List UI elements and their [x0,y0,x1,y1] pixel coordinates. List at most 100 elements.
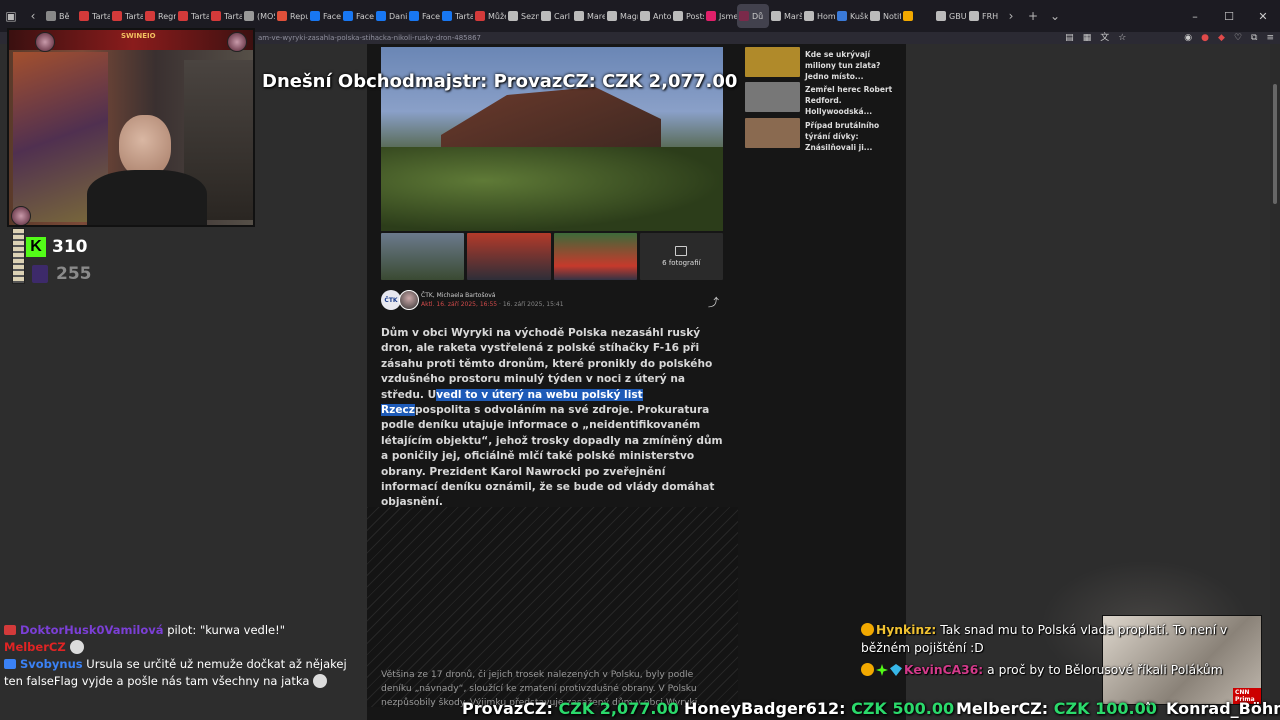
tab-label: Repul [290,11,308,21]
kick-viewer-count: K 310 [26,237,88,257]
tab-favicon-icon [244,11,254,21]
browser-tab[interactable]: Danie [374,4,407,28]
tab-label: GBU [949,11,967,21]
browser-tab[interactable]: Antor [638,4,671,28]
adblock-icon[interactable]: ● [1201,32,1209,44]
tab-label: Tartar [455,11,473,21]
new-tab-icon[interactable]: + [1022,5,1044,27]
browser-tab[interactable]: Home [802,4,835,28]
browser-tab[interactable]: Tartar [77,4,110,28]
share-icon[interactable]: ⤴ [708,294,719,310]
tab-label: Sezno [521,11,539,21]
ticker-item: Konrad_Böhm [1166,699,1280,718]
scroll-tabs-right-icon[interactable]: › [1000,5,1022,27]
related-article-title[interactable]: Případ brutálního týrání dívky: Znásilňo… [805,120,900,153]
browser-tab[interactable]: FRH [967,4,1000,28]
browser-tab[interactable]: Repul [275,4,308,28]
bookmark-star-icon[interactable]: ☆ [1118,32,1126,44]
chat-username: MelberCZ [4,640,66,654]
pocket-icon[interactable]: ♡ [1234,32,1242,44]
related-article-item[interactable]: Zemřel herec Robert Redford. Hollywoodsk… [745,82,900,116]
scrollbar-thumb[interactable] [1273,84,1277,204]
twitch-viewer-count: 255 [32,264,92,284]
author-names[interactable]: ČTK, Michaela Bartošová [421,292,495,299]
related-article-title[interactable]: Zemřel herec Robert Redford. Hollywoodsk… [805,84,900,117]
ctk-logo: ČTK [381,290,401,310]
chat-message: Hynkinz: Tak snad mu to Polská vlada pro… [861,621,1231,657]
gallery-thumb[interactable] [553,233,637,280]
browser-tab[interactable]: Tartar [176,4,209,28]
url-text[interactable]: am-ve-wyryki-zasahla-polska-stihacka-nik… [258,32,481,44]
minimize-icon[interactable]: – [1178,10,1212,23]
browser-tab[interactable]: Jsme [704,4,737,28]
browser-tab[interactable]: Magn [605,4,638,28]
gallery-thumb[interactable] [467,233,551,280]
browser-tab[interactable]: GBU [934,4,967,28]
related-article-thumbnail[interactable] [745,47,800,77]
browser-tab[interactable]: Sezno [506,4,539,28]
article-byline: ČTK ČTK, Michaela Bartošová Aktl. 16. zá… [381,290,723,312]
extension-icon[interactable]: ◆ [1218,32,1225,44]
tab-label: Marš [784,11,802,21]
browser-tab[interactable]: Faceb [308,4,341,28]
scroll-tabs-left-icon[interactable]: ‹ [22,5,44,27]
ticker-item: MelberCZ: CZK 100.00 [956,699,1157,718]
screenshot-icon[interactable]: ▦ [1083,32,1092,44]
browser-tab[interactable]: Kuški [835,4,868,28]
account-icon[interactable]: ◉ [1184,32,1192,44]
browser-tab[interactable]: Může [473,4,506,28]
screen: ▣ ‹ Bě Tartar Tartar Regnr Tartar Tartar (MOŠ R… [0,0,1280,720]
gallery-thumb[interactable] [381,233,465,280]
related-article-thumbnail[interactable] [745,82,800,112]
translate-icon[interactable]: 文 [1100,32,1109,44]
tab-favicon-icon [310,11,320,21]
browser-tab[interactable]: Faceb [407,4,440,28]
page-scrollbar[interactable] [1270,44,1280,720]
tab-favicon-icon [145,11,155,21]
browser-tab[interactable]: Tartar [110,4,143,28]
tab-label: Faceb [323,11,341,21]
tab-label: Tartar [125,11,143,21]
tab-label: Notifi [883,11,901,21]
browser-tab[interactable]: Marš [769,4,802,28]
browser-tab[interactable]: Regnr [143,4,176,28]
reader-view-icon[interactable]: ▤ [1065,32,1074,44]
related-article-title[interactable]: Kde se ukrývají miliony tun zlata? Jedno… [805,49,900,82]
browser-tab[interactable]: Carl F [539,4,572,28]
browser-tab[interactable]: Faceb [341,4,374,28]
close-icon[interactable]: ✕ [1246,10,1280,23]
tab-favicon-icon [673,11,683,21]
tab-favicon-icon [969,11,979,21]
extensions-puzzle-icon[interactable]: ⧉ [1251,32,1257,44]
browser-tab[interactable]: Bě [44,4,77,28]
related-article-thumbnail[interactable] [745,118,800,148]
chat-overlay-left: DoktorHusk0Vamilová pilot: "kurwa vedle!… [4,622,359,690]
related-article-item[interactable]: Kde se ukrývají miliony tun zlata? Jedno… [745,47,900,81]
author-avatar[interactable] [399,290,419,310]
gem-badge-icon [890,664,902,676]
tab-favicon-icon [46,11,56,21]
gallery-icon [675,246,688,256]
chat-badge-icon [4,659,16,669]
browser-tab[interactable]: Posts [671,4,704,28]
browser-tab[interactable]: (MOŠ [242,4,275,28]
browser-tab[interactable]: Mareš [572,4,605,28]
tab-list-chevron-icon[interactable]: ⌄ [1044,5,1066,27]
related-article-item[interactable]: Případ brutálního týrání dívky: Znásilňo… [745,118,900,152]
browser-tab[interactable]: Tartar [440,4,473,28]
gallery-more-photos[interactable]: 6 fotografií [639,233,723,280]
tab-overview-icon[interactable]: ▣ [0,5,22,27]
emblem-icon [11,206,31,225]
tab-favicon-icon [804,11,814,21]
menu-icon[interactable]: ≡ [1266,32,1274,44]
tab-favicon-icon [442,11,452,21]
browser-tab[interactable]: Tartar [209,4,242,28]
chat-text: a proč by to Bělorusové říkali Polákům [987,663,1223,677]
emblem-icon [227,32,247,52]
maximize-icon[interactable]: ☐ [1212,10,1246,23]
chat-text: pilot: "kurwa vedle!" [167,623,286,637]
browser-tab[interactable]: Notifi [868,4,901,28]
browser-tab[interactable] [901,4,934,28]
browser-tab[interactable]: Dů [737,4,769,28]
tab-favicon-icon [640,11,650,21]
